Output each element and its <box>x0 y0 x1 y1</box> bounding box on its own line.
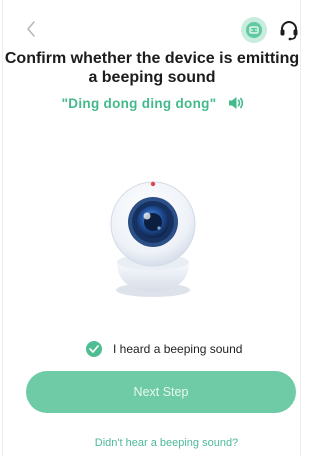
chevron-left-icon <box>27 21 35 37</box>
check-icon <box>86 341 102 357</box>
no-sound-link[interactable]: Didn't hear a beeping sound? <box>0 437 303 449</box>
device-guide-icon <box>246 22 262 38</box>
speaker-volume-icon[interactable] <box>227 95 245 111</box>
next-step-button[interactable]: Next Step <box>26 371 296 413</box>
sound-text: "Ding dong ding dong" <box>61 95 217 111</box>
beep-confirmation-screen: Confirm whether the device is emitting a… <box>0 0 303 456</box>
device-guide-button[interactable] <box>241 17 267 43</box>
sound-prompt: "Ding dong ding dong" <box>0 94 303 112</box>
heard-sound-checkbox[interactable]: I heard a beeping sound <box>86 340 242 358</box>
indicator-light <box>150 181 156 187</box>
page-title: Confirm whether the device is emitting a… <box>4 50 300 86</box>
back-button[interactable] <box>22 18 42 40</box>
support-button[interactable] <box>278 18 300 42</box>
heard-sound-label: I heard a beeping sound <box>113 342 243 356</box>
headset-icon <box>280 21 298 41</box>
